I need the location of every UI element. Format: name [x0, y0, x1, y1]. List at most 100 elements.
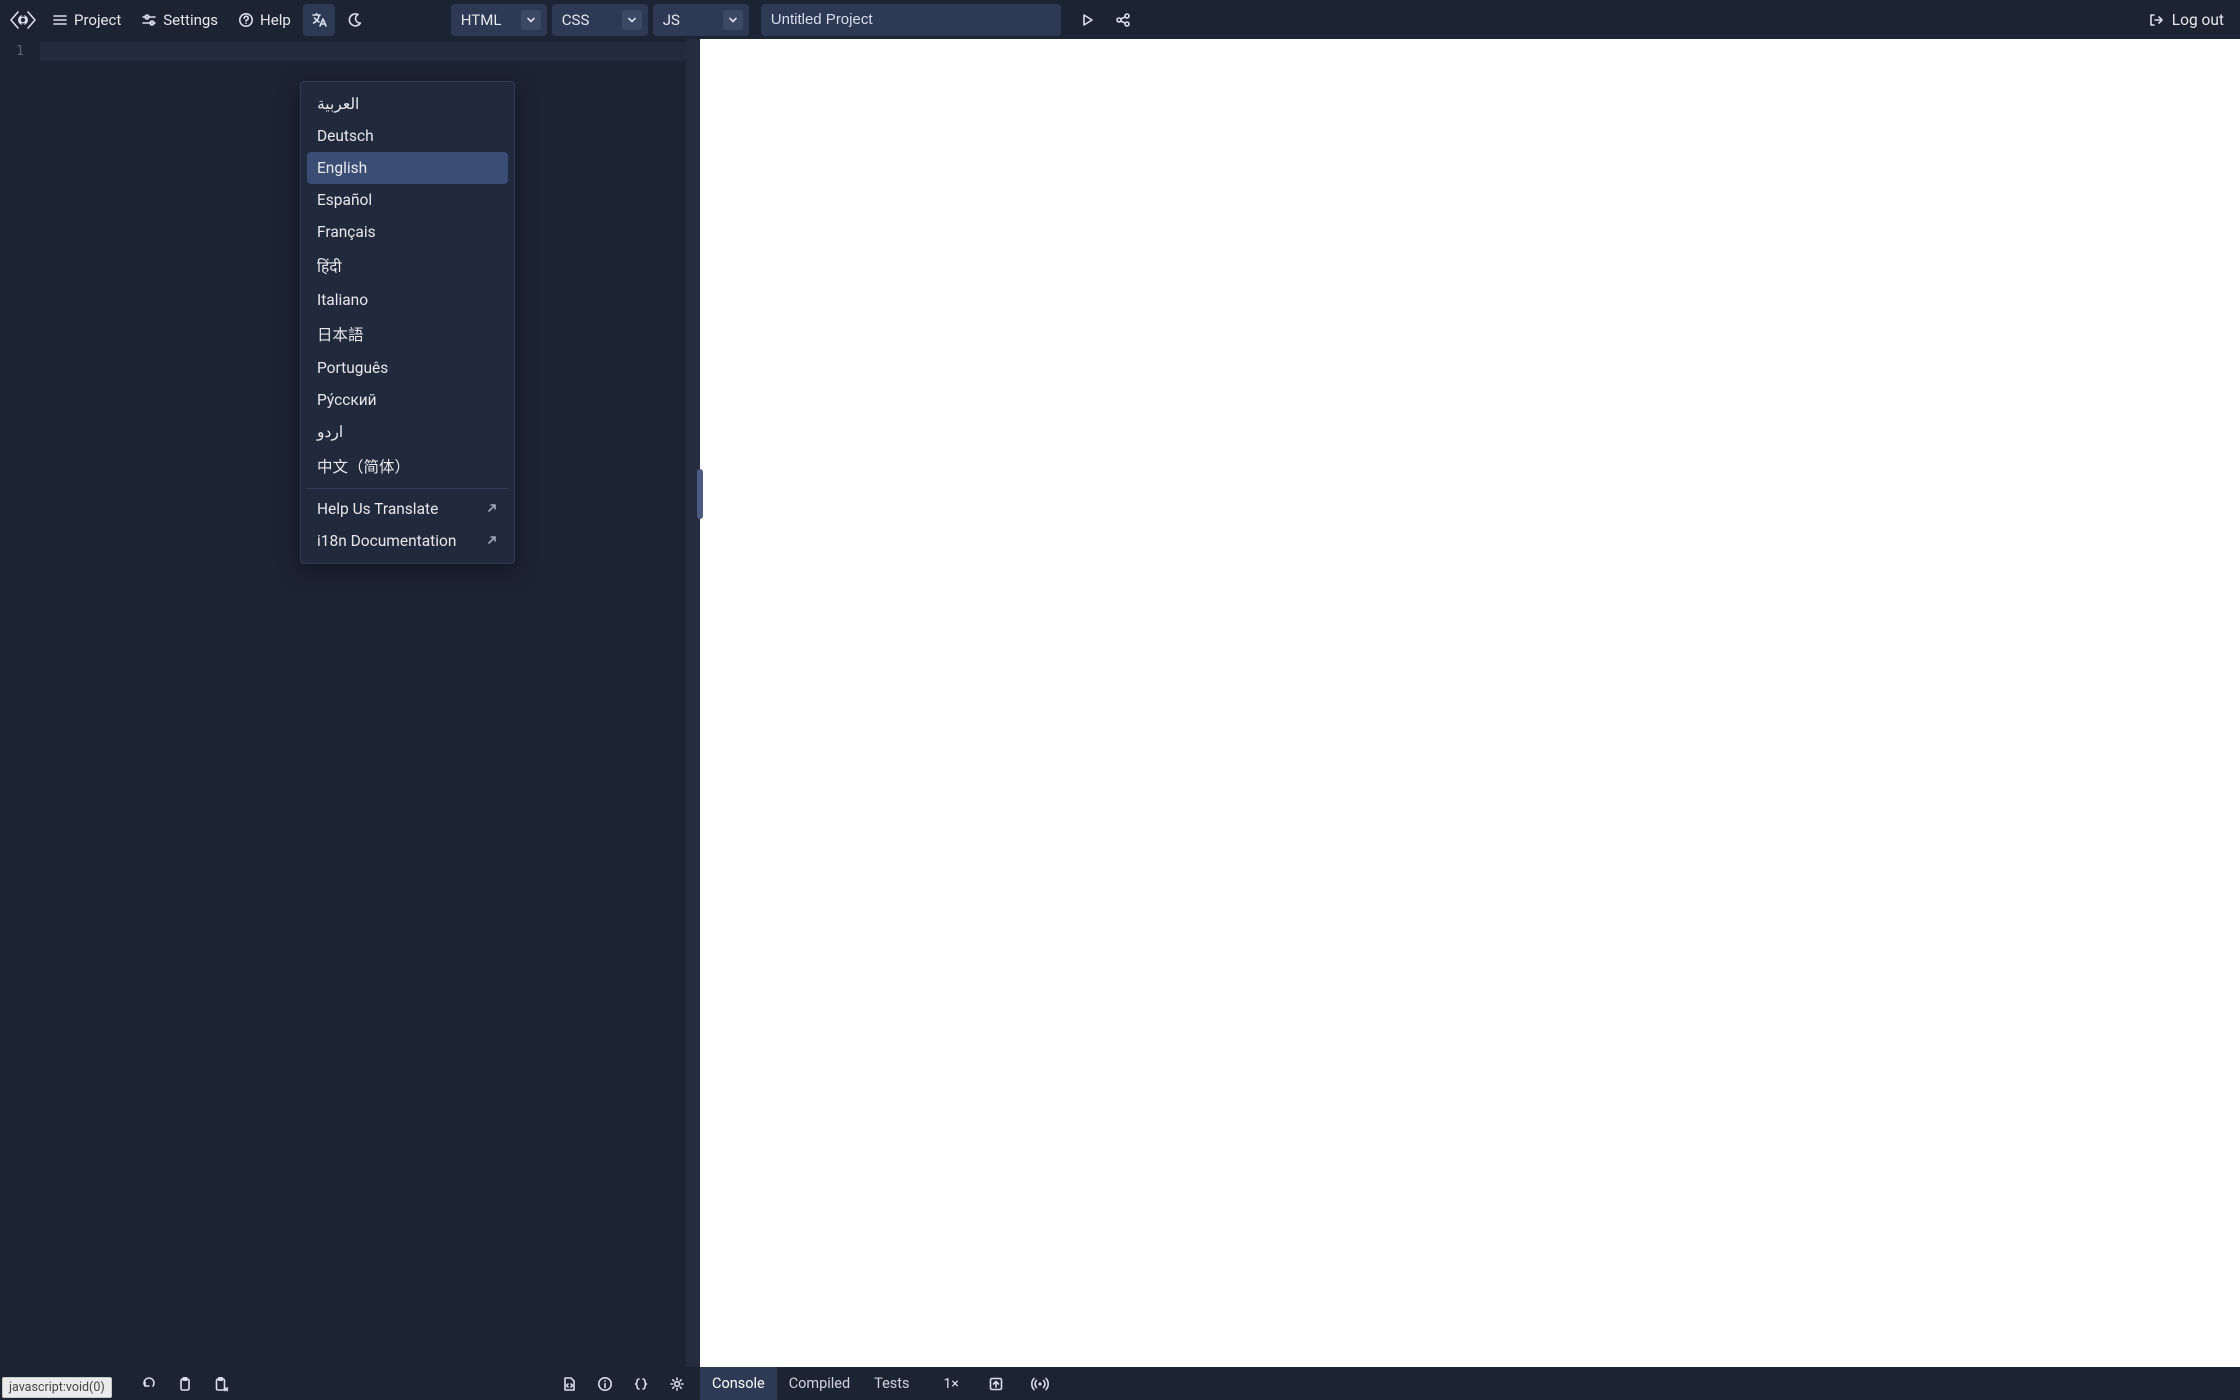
- lang-item-ja[interactable]: 日本語: [307, 316, 508, 352]
- share-icon: [1115, 12, 1131, 28]
- bottom-right-tools: Console Compiled Tests 1×: [700, 1367, 2240, 1400]
- lang-label: العربية: [317, 95, 359, 113]
- lang-label: Italiano: [317, 291, 368, 309]
- main-area: 1 العربية Deutsch English Español França…: [0, 39, 2240, 1367]
- logo-icon: [8, 8, 38, 32]
- code-line-active: [40, 42, 700, 61]
- lang-item-it[interactable]: Italiano: [307, 284, 508, 316]
- tests-tab-label: Tests: [874, 1375, 909, 1392]
- clipboard-icon: [177, 1376, 193, 1392]
- editor-tab-group: HTML CSS JS: [451, 4, 749, 36]
- tab-js[interactable]: JS: [653, 4, 749, 36]
- editor-settings-button[interactable]: [662, 1369, 692, 1399]
- lang-label: Português: [317, 359, 388, 377]
- run-button[interactable]: [1071, 4, 1103, 36]
- broadcast-icon: [1031, 1376, 1049, 1392]
- lang-item-es[interactable]: Español: [307, 184, 508, 216]
- fullscreen-button[interactable]: [981, 1369, 1011, 1399]
- help-menu-label: Help: [260, 11, 291, 29]
- tab-js-label: JS: [663, 11, 680, 29]
- lang-label: English: [317, 159, 367, 177]
- lang-label: Español: [317, 191, 372, 209]
- lang-label: Deutsch: [317, 127, 374, 145]
- format-button[interactable]: [626, 1369, 656, 1399]
- console-tab-label: Console: [712, 1375, 765, 1392]
- tab-html-label: HTML: [461, 11, 502, 29]
- lang-label: हिंदी: [317, 255, 342, 277]
- lang-item-ru[interactable]: Ру́сский: [307, 384, 508, 416]
- lang-item-de[interactable]: Deutsch: [307, 120, 508, 152]
- compiled-tab[interactable]: Compiled: [777, 1367, 862, 1400]
- tab-html[interactable]: HTML: [451, 4, 547, 36]
- tests-tab[interactable]: Tests: [862, 1367, 921, 1400]
- share-button[interactable]: [1107, 4, 1139, 36]
- chevron-down-icon: [525, 14, 537, 26]
- line-gutter: 1: [0, 39, 40, 1367]
- language-dropdown: العربية Deutsch English Español Français…: [300, 81, 515, 564]
- export-code-button[interactable]: [554, 1369, 584, 1399]
- language-button[interactable]: [303, 4, 335, 36]
- console-tab[interactable]: Console: [700, 1367, 777, 1400]
- theme-toggle[interactable]: [339, 4, 371, 36]
- help-translate-link[interactable]: Help Us Translate: [307, 493, 508, 525]
- lang-item-zh[interactable]: 中文（简体）: [307, 448, 508, 484]
- i18n-docs-link[interactable]: i18n Documentation: [307, 525, 508, 557]
- lang-label: 中文（简体）: [317, 455, 410, 477]
- lang-label: اردو: [317, 423, 343, 441]
- tab-js-dropdown[interactable]: [723, 10, 743, 30]
- logout-icon: [2148, 12, 2164, 28]
- lang-label: Ру́сский: [317, 391, 377, 409]
- tab-css-dropdown[interactable]: [622, 10, 642, 30]
- lang-item-fr[interactable]: Français: [307, 216, 508, 248]
- menu-icon: [52, 12, 68, 28]
- app-logo[interactable]: [6, 3, 40, 37]
- file-code-icon: [561, 1376, 577, 1392]
- lang-item-ur[interactable]: اردو: [307, 416, 508, 448]
- help-menu[interactable]: Help: [230, 7, 299, 33]
- lang-label: 日本語: [317, 323, 364, 345]
- minimap-gutter[interactable]: [686, 39, 700, 1367]
- zoom-level[interactable]: 1×: [936, 1376, 967, 1392]
- pane-splitter[interactable]: [697, 469, 703, 519]
- status-link-tooltip: javascript:void(0): [2, 1377, 112, 1398]
- project-title-input[interactable]: [761, 4, 1061, 36]
- chevron-down-icon: [626, 14, 638, 26]
- sliders-icon: [141, 12, 157, 28]
- lang-item-en[interactable]: English: [307, 152, 508, 184]
- lang-label: Français: [317, 223, 376, 241]
- settings-menu[interactable]: Settings: [133, 7, 226, 33]
- external-link-icon: [484, 502, 498, 516]
- info-button[interactable]: [590, 1369, 620, 1399]
- tab-css[interactable]: CSS: [552, 4, 648, 36]
- braces-icon: [633, 1376, 649, 1392]
- toolbar-right: Log out: [2138, 7, 2234, 33]
- help-translate-label: Help Us Translate: [317, 500, 438, 518]
- top-toolbar: Project Settings Help HTML: [0, 0, 2240, 39]
- settings-menu-label: Settings: [163, 11, 218, 29]
- redo-button[interactable]: [134, 1369, 164, 1399]
- chevron-down-icon: [727, 14, 739, 26]
- lang-item-ar[interactable]: العربية: [307, 88, 508, 120]
- i18n-docs-label: i18n Documentation: [317, 532, 456, 550]
- lang-item-pt[interactable]: Português: [307, 352, 508, 384]
- gear-icon: [669, 1376, 685, 1392]
- logout-button[interactable]: Log out: [2138, 7, 2234, 33]
- fullscreen-icon: [988, 1376, 1004, 1392]
- translate-icon: [310, 11, 328, 29]
- logout-label: Log out: [2172, 11, 2224, 29]
- compiled-tab-label: Compiled: [789, 1375, 850, 1392]
- tab-html-dropdown[interactable]: [521, 10, 541, 30]
- external-link-icon: [484, 534, 498, 548]
- copy-button[interactable]: [170, 1369, 200, 1399]
- lang-item-hi[interactable]: हिंदी: [307, 248, 508, 284]
- project-menu[interactable]: Project: [44, 7, 129, 33]
- project-menu-label: Project: [74, 11, 121, 29]
- tab-css-label: CSS: [562, 11, 590, 29]
- copy-image-button[interactable]: [206, 1369, 236, 1399]
- info-icon: [597, 1376, 613, 1392]
- preview-pane[interactable]: [700, 39, 2240, 1367]
- clipboard-image-icon: [213, 1376, 229, 1392]
- broadcast-button[interactable]: [1025, 1369, 1055, 1399]
- play-icon: [1080, 13, 1094, 27]
- bottom-bar: Console Compiled Tests 1×: [0, 1367, 2240, 1400]
